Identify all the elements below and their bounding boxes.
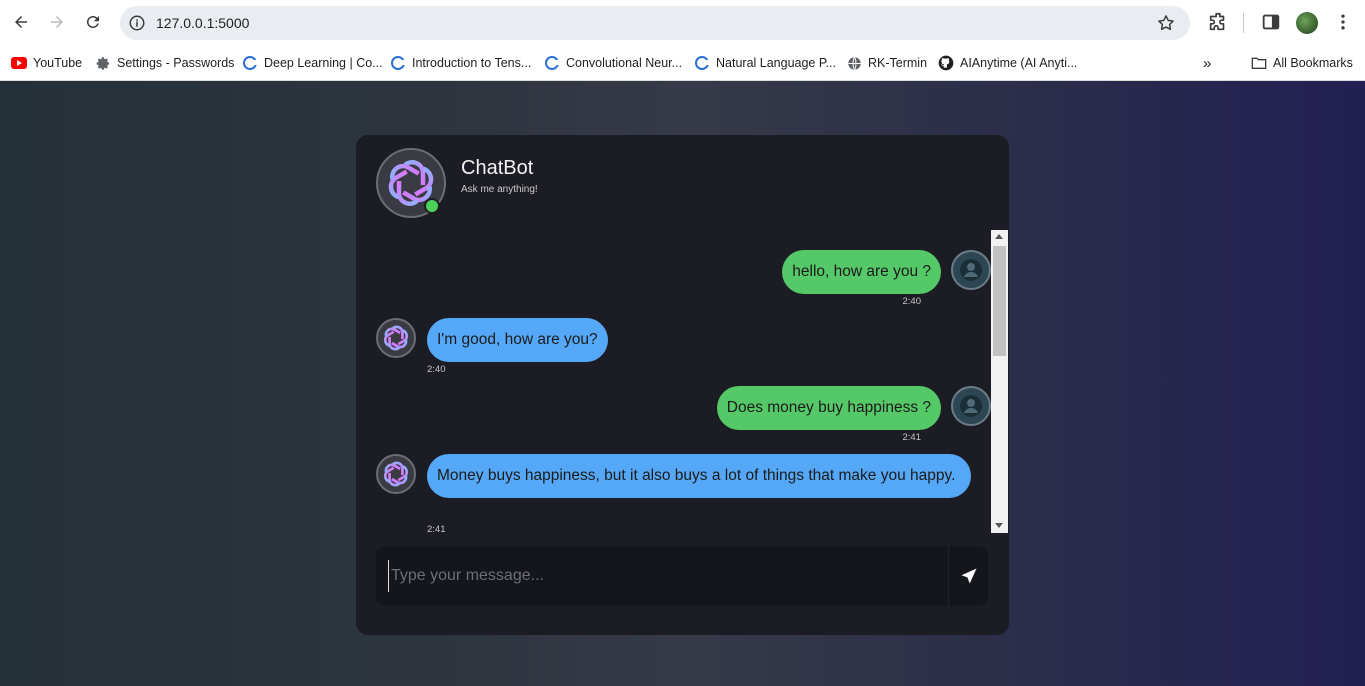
bot-avatar-small — [376, 318, 416, 358]
side-panel-icon[interactable] — [1260, 11, 1282, 33]
arrow-left-icon — [15, 16, 27, 28]
scroll-down-arrow-icon[interactable] — [995, 523, 1003, 528]
bookmark-aianytime[interactable]: AIAnytime (AI Anyti... — [938, 53, 1077, 73]
user-icon — [960, 259, 982, 281]
url-text[interactable]: 127.0.0.1:5000 — [156, 15, 249, 31]
coursera-icon — [242, 55, 258, 71]
browser-toolbar: 127.0.0.1:5000 — [0, 0, 1365, 45]
message-timestamp: 2:40 — [902, 296, 922, 307]
message-user: Does money buy happiness ? 2:41 — [376, 386, 991, 456]
user-avatar — [951, 386, 991, 426]
user-message-bubble: Does money buy happiness ? — [716, 386, 941, 430]
message-timestamp: 2:40 — [427, 364, 446, 375]
bot-message-bubble: Money buys happiness, but it also buys a… — [427, 454, 971, 498]
coursera-icon — [694, 55, 710, 71]
message-input[interactable] — [388, 560, 928, 592]
toolbar-divider — [1243, 13, 1244, 33]
bookmark-youtube[interactable]: YouTube — [11, 53, 82, 73]
bookmark-settings-passwords[interactable]: Settings - Passwords — [95, 53, 234, 73]
bookmarks-overflow-button[interactable]: » — [1203, 53, 1211, 73]
message-list[interactable]: hello, how are you ? 2:40 I'm good, how … — [376, 230, 991, 533]
chevron-double-right-icon: » — [1203, 54, 1212, 72]
globe-icon — [846, 55, 862, 71]
user-avatar — [951, 250, 991, 290]
chat-window: ChatBot Ask me anything! hello, how are … — [356, 135, 1009, 635]
bookmark-label: Convolutional Neur... — [566, 56, 683, 70]
message-timestamp: 2:41 — [902, 432, 922, 443]
scroll-up-arrow-icon[interactable] — [995, 234, 1003, 239]
page-background: ChatBot Ask me anything! hello, how are … — [0, 81, 1365, 686]
profile-avatar[interactable] — [1296, 12, 1318, 34]
send-button[interactable] — [949, 546, 988, 606]
chat-title: ChatBot — [461, 157, 534, 179]
send-icon — [961, 568, 976, 584]
arrow-right-icon — [51, 16, 63, 28]
bookmark-nlp[interactable]: Natural Language P... — [694, 53, 836, 73]
chat-subtitle: Ask me anything! — [461, 184, 538, 195]
github-icon — [938, 55, 954, 71]
site-info-icon[interactable] — [128, 14, 146, 32]
bookmark-intro-tensorflow[interactable]: Introduction to Tens... — [390, 53, 531, 73]
coursera-icon — [544, 55, 560, 71]
back-button[interactable] — [8, 9, 34, 35]
bookmark-label: Deep Learning | Co... — [264, 56, 383, 70]
forward-button[interactable] — [44, 9, 70, 35]
gear-icon — [95, 55, 111, 71]
bookmark-label: YouTube — [33, 56, 83, 70]
youtube-icon — [11, 55, 27, 71]
bookmark-label: RK-Termin — [868, 56, 928, 70]
extensions-icon[interactable] — [1207, 11, 1229, 33]
bot-avatar-small — [376, 454, 416, 494]
message-bot: Money buys happiness, but it also buys a… — [376, 454, 991, 533]
address-bar[interactable]: 127.0.0.1:5000 — [120, 6, 1190, 40]
bookmarks-bar: YouTube Settings - Passwords Deep Learni… — [0, 45, 1365, 81]
message-timestamp: 2:41 — [427, 524, 446, 533]
bookmark-rk-termin[interactable]: RK-Termin — [846, 53, 927, 73]
bookmark-label: AIAnytime (AI Anyti... — [960, 56, 1078, 70]
all-bookmarks-label: All Bookmarks — [1273, 56, 1353, 70]
message-user: hello, how are you ? 2:40 — [376, 230, 991, 310]
scrollbar-thumb[interactable] — [993, 246, 1006, 356]
openai-logo-icon — [383, 325, 409, 351]
reload-icon — [86, 15, 99, 28]
more-menu-icon[interactable] — [1333, 11, 1353, 33]
folder-icon — [1251, 55, 1267, 71]
bookmark-label: Settings - Passwords — [117, 56, 235, 70]
bookmark-convolutional[interactable]: Convolutional Neur... — [544, 53, 682, 73]
message-composer — [376, 546, 988, 606]
user-message-bubble: hello, how are you ? — [782, 250, 941, 294]
coursera-icon — [390, 55, 406, 71]
reload-button[interactable] — [80, 9, 106, 35]
bookmark-label: Natural Language P... — [716, 56, 837, 70]
user-icon — [960, 395, 982, 417]
openai-logo-icon — [383, 461, 409, 487]
bot-message-bubble: I'm good, how are you? — [427, 318, 608, 362]
bookmark-label: Introduction to Tens... — [412, 56, 532, 70]
online-status-indicator — [424, 198, 440, 214]
all-bookmarks-button[interactable]: All Bookmarks — [1251, 53, 1353, 73]
bookmark-deep-learning[interactable]: Deep Learning | Co... — [242, 53, 383, 73]
bookmark-star-icon[interactable] — [1156, 13, 1176, 33]
message-scrollbar[interactable] — [991, 230, 1008, 533]
message-bot: I'm good, how are you? 2:40 — [376, 318, 991, 388]
